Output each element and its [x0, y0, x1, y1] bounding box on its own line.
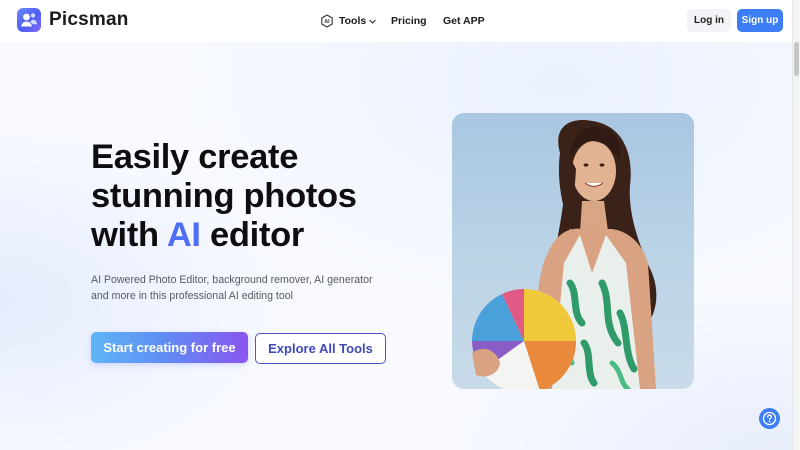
explore-tools-button[interactable]: Explore All Tools: [255, 333, 386, 364]
nav-get-app-link[interactable]: Get APP: [443, 15, 485, 27]
headline-line-2: stunning photos: [91, 177, 357, 215]
chevron-down-icon: [369, 19, 377, 24]
signup-button[interactable]: Sign up: [737, 9, 783, 32]
brand-name[interactable]: Picsman: [49, 9, 129, 31]
nav-tools-menu[interactable]: AI Tools: [320, 13, 377, 29]
scrollbar-thumb[interactable]: [794, 42, 799, 76]
headline-line-1: Easily create: [91, 138, 299, 176]
top-header: Picsman AI Tools Pricing Get APP Log in …: [0, 0, 792, 42]
nav-pricing-link[interactable]: Pricing: [391, 15, 427, 27]
headline-line-3-start: with: [91, 216, 159, 254]
ai-chip-icon: AI: [321, 14, 333, 28]
nav-tools-label: Tools: [339, 15, 367, 27]
picsman-logo-icon[interactable]: [17, 8, 41, 32]
hero-subtext: AI Powered Photo Editor, background remo…: [91, 274, 373, 302]
question-circle-icon: [762, 411, 777, 426]
hero-headline: Easily create stunning photos with AI ed…: [91, 138, 421, 255]
hero-photo: [452, 113, 694, 389]
start-creating-button[interactable]: Start creating for free: [91, 332, 248, 363]
login-button[interactable]: Log in: [687, 9, 731, 32]
svg-text:AI: AI: [324, 19, 330, 25]
headline-line-3-end: editor: [210, 216, 305, 254]
headline-ai-highlight: AI: [166, 216, 201, 254]
help-button[interactable]: [759, 408, 780, 429]
headline-line-3: with AI editor: [91, 216, 421, 255]
